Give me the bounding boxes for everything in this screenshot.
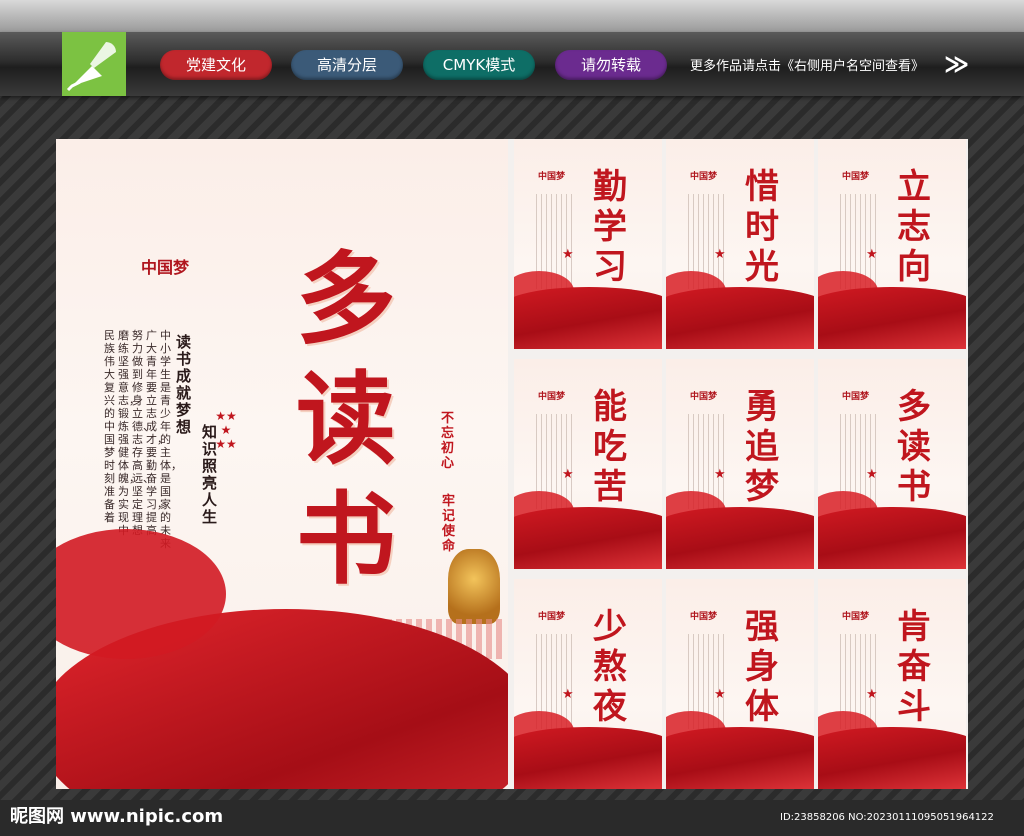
title-char: 时 — [745, 207, 779, 247]
small-poster: 中国梦 勤 学 习 ★ — [514, 139, 662, 349]
small-poster: 中国梦 勇 追 梦 ★ — [666, 359, 814, 569]
title-char: 多 — [897, 387, 931, 427]
title-char: 书 — [897, 467, 931, 507]
china-dream-logo: 中国梦 — [538, 172, 566, 182]
title-char: 立 — [897, 167, 931, 207]
site-logo[interactable] — [62, 32, 126, 96]
title-char: 强 — [745, 607, 779, 647]
star-icon: ★ — [562, 687, 574, 702]
title-char: 身 — [745, 647, 779, 687]
tag-hd-layers[interactable]: 高清分层 — [291, 50, 403, 80]
title-char: 读 — [897, 427, 931, 467]
main-poster-title: 多 读 书 — [281, 239, 411, 599]
body-text-line: 广大青年要立志成才，要勤奋学习，提高 — [146, 329, 168, 537]
red-ribbon — [514, 507, 662, 569]
star-icon: ★ — [866, 467, 878, 482]
seal-never-forget: 不忘初心 — [441, 411, 455, 471]
title-char: 习 — [593, 247, 627, 287]
small-poster-title: 多 读 书 — [890, 387, 938, 507]
title-char: 光 — [745, 247, 779, 287]
china-dream-logo: 中国梦 — [842, 392, 870, 402]
small-poster-title: 勇 追 梦 — [738, 387, 786, 507]
slogan-reading: 读书成就梦想 — [176, 333, 192, 436]
title-char: 读 — [296, 360, 396, 478]
golden-lion-icon — [448, 549, 500, 624]
red-ribbon — [514, 287, 662, 349]
star-icon: ★ — [866, 247, 878, 262]
china-dream-logo: 中国梦 — [538, 392, 566, 402]
title-char: 多 — [296, 240, 396, 358]
poster-canvas: 中国梦 多 读 书 读书成就梦想 知识照亮人生 ★★ ★ ★★ 中小学生是青少年的主… — [56, 139, 968, 789]
star-icon: ★ — [714, 247, 726, 262]
title-char: 勤 — [593, 167, 627, 207]
small-poster-title: 立 志 向 — [890, 167, 938, 287]
tag-cmyk-mode[interactable]: CMYK模式 — [423, 50, 535, 80]
small-poster: 中国梦 少 熬 夜 ★ — [514, 579, 662, 789]
china-dream-logo: 中国梦 — [690, 172, 718, 182]
star-icon: ★ — [714, 467, 726, 482]
small-poster: 中国梦 能 吃 苦 ★ — [514, 359, 662, 569]
small-poster: 中国梦 强 身 体 ★ — [666, 579, 814, 789]
top-strip — [0, 0, 1024, 32]
footer-image-id: ID:23858206 NO:20230111095051964122 — [780, 812, 994, 823]
title-char: 勇 — [745, 387, 779, 427]
small-poster-title: 勤 学 习 — [586, 167, 634, 287]
title-char: 追 — [745, 427, 779, 467]
tag-no-repost[interactable]: 请勿转载 — [555, 50, 667, 80]
small-poster: 中国梦 立 志 向 ★ — [818, 139, 966, 349]
star-icon: ★ — [562, 467, 574, 482]
title-char: 体 — [745, 687, 779, 727]
main-poster: 中国梦 多 读 书 读书成就梦想 知识照亮人生 ★★ ★ ★★ 中小学生是青少年的主… — [56, 139, 508, 789]
red-ribbon — [818, 287, 966, 349]
small-poster: 中国梦 多 读 书 ★ — [818, 359, 966, 569]
title-char: 少 — [593, 607, 627, 647]
small-poster-title: 肯 奋 斗 — [890, 607, 938, 727]
china-dream-logo: 中国梦 — [842, 172, 870, 182]
title-char: 熬 — [593, 647, 627, 687]
title-char: 志 — [897, 207, 931, 247]
title-char: 惜 — [745, 167, 779, 207]
star-decoration-icon: ★★ ★ ★★ — [215, 409, 237, 451]
pen-nib-icon — [66, 42, 116, 92]
tag-party-culture[interactable]: 党建文化 — [160, 50, 272, 80]
red-ribbon — [666, 727, 814, 789]
title-char: 向 — [897, 247, 931, 287]
small-poster-title: 惜 时 光 — [738, 167, 786, 287]
small-poster: 中国梦 惜 时 光 ★ — [666, 139, 814, 349]
red-ribbon — [514, 727, 662, 789]
red-ribbon — [818, 507, 966, 569]
small-poster: 中国梦 肯 奋 斗 ★ — [818, 579, 966, 789]
more-works-link[interactable]: 更多作品请点击《右侧用户名空间查看》 — [690, 55, 924, 74]
title-char: 肯 — [897, 607, 931, 647]
china-dream-logo: 中国梦 — [538, 612, 566, 622]
small-poster-title: 强 身 体 — [738, 607, 786, 727]
title-char: 夜 — [593, 687, 627, 727]
title-char: 梦 — [745, 467, 779, 507]
body-text-line: 磨练坚强意志，锻炼强健体魄，为实现中 — [118, 329, 140, 537]
title-char: 书 — [296, 480, 396, 598]
china-dream-logo: 中国梦 — [842, 612, 870, 622]
title-char: 苦 — [593, 467, 627, 507]
double-arrow-icon[interactable]: ≫ — [944, 50, 969, 78]
small-poster-title: 少 熬 夜 — [586, 607, 634, 727]
small-poster-title: 能 吃 苦 — [586, 387, 634, 507]
china-dream-logo: 中国梦 — [141, 258, 190, 277]
star-icon: ★ — [562, 247, 574, 262]
title-char: 吃 — [593, 427, 627, 467]
body-text-line: 努力做到修身立德、志存高远、坚定理想 — [132, 329, 154, 537]
title-char: 学 — [593, 207, 627, 247]
china-dream-logo: 中国梦 — [690, 612, 718, 622]
body-text-line: 民族伟大复兴的中国梦时刻准备着 — [104, 329, 115, 524]
red-ribbon — [818, 727, 966, 789]
china-dream-logo: 中国梦 — [690, 392, 718, 402]
red-ribbon — [666, 507, 814, 569]
title-char: 能 — [593, 387, 627, 427]
seal-keep-mission: 牢记使命 — [442, 494, 456, 554]
title-char: 奋 — [897, 647, 931, 687]
red-ribbon — [666, 287, 814, 349]
footer-site-logo[interactable]: 昵图网 www.nipic.com — [10, 802, 223, 828]
star-icon: ★ — [714, 687, 726, 702]
star-icon: ★ — [866, 687, 878, 702]
title-char: 斗 — [897, 687, 931, 727]
